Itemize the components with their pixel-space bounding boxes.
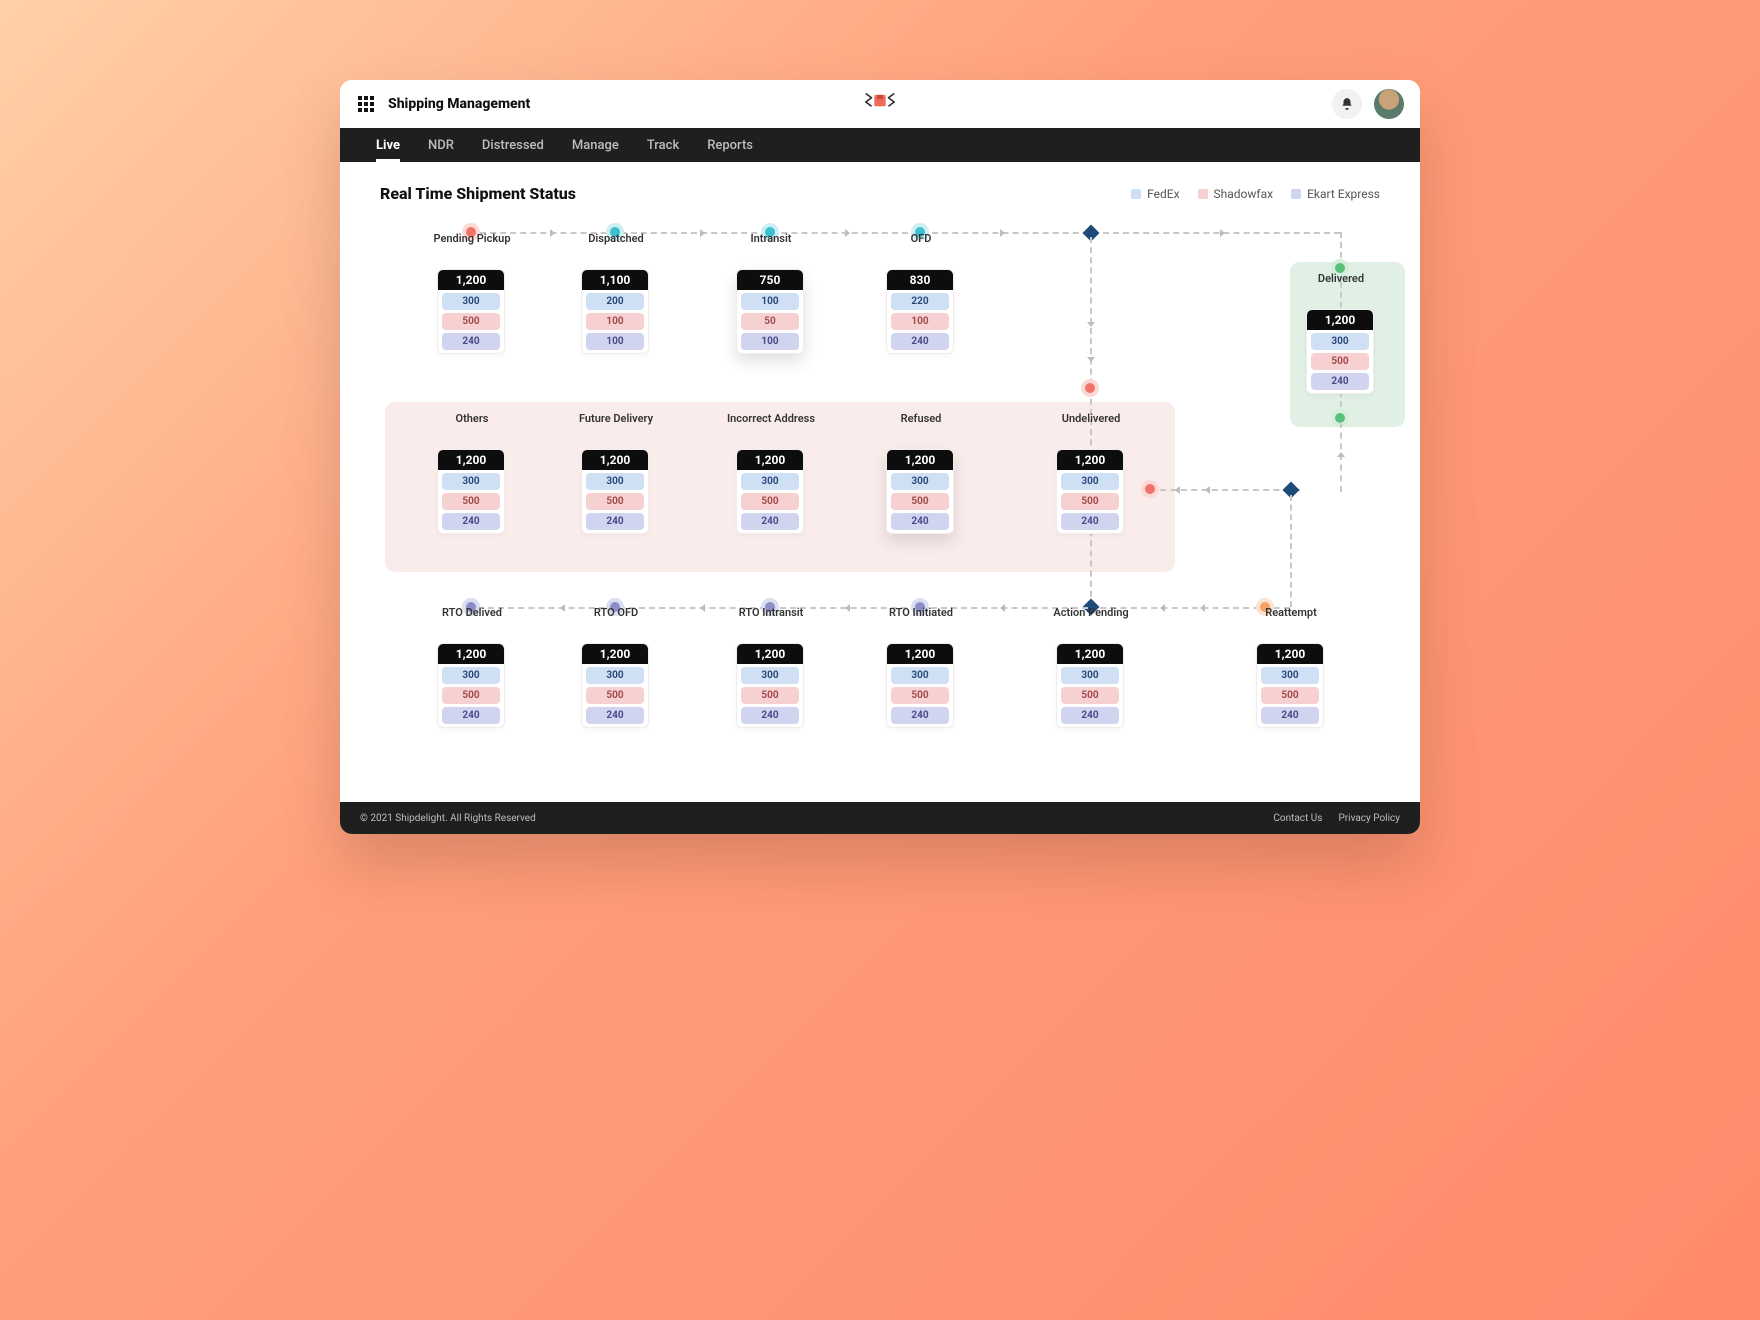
card-future-delivery[interactable]: Future Delivery 1,200 300 500 240 bbox=[581, 449, 649, 534]
card-reattempt[interactable]: Reattempt 1,200 300 500 240 bbox=[1256, 643, 1324, 728]
flow-line bbox=[1290, 495, 1292, 607]
tab-track[interactable]: Track bbox=[647, 138, 679, 153]
tab-reports[interactable]: Reports bbox=[707, 138, 753, 153]
card-incorrect-address[interactable]: Incorrect Address 1,200 300 500 240 bbox=[736, 449, 804, 534]
top-header: Shipping Management bbox=[340, 80, 1420, 128]
card-total: 1,200 bbox=[582, 450, 648, 470]
card-label: Delivered bbox=[1271, 272, 1411, 285]
notifications-button[interactable] bbox=[1332, 89, 1362, 119]
main-content: Real Time Shipment Status FedEx Shadowfa… bbox=[340, 162, 1420, 802]
card-total: 1,200 bbox=[438, 644, 504, 664]
tab-ndr[interactable]: NDR bbox=[428, 138, 454, 153]
card-label: Intransit bbox=[701, 232, 841, 245]
card-label: Future Delivery bbox=[546, 412, 686, 425]
card-ekart-value: 240 bbox=[442, 333, 500, 350]
flow-line bbox=[1150, 489, 1300, 491]
card-undelivered[interactable]: Undelivered 1,200 300 500 240 bbox=[1056, 449, 1124, 534]
footer-links: Contact Us Privacy Policy bbox=[1273, 813, 1400, 824]
card-rto-delivered[interactable]: RTO Delived 1,200 300 500 240 bbox=[437, 643, 505, 728]
footer: © 2021 Shipdelight. All Rights Reserved … bbox=[340, 802, 1420, 834]
card-label: Action Pending bbox=[1021, 606, 1161, 619]
arrow-icon bbox=[1200, 604, 1205, 612]
avatar[interactable] bbox=[1374, 89, 1404, 119]
card-total: 1,200 bbox=[582, 644, 648, 664]
arrow-icon bbox=[1175, 486, 1180, 494]
nav-tabs: Live NDR Distressed Manage Track Reports bbox=[340, 128, 1420, 162]
legend: FedEx Shadowfax Ekart Express bbox=[1131, 187, 1380, 201]
card-label: Pending Pickup bbox=[402, 232, 542, 245]
card-total: 1,200 bbox=[1307, 310, 1373, 330]
apps-grid-icon[interactable] bbox=[358, 96, 374, 112]
card-pending-pickup[interactable]: Pending Pickup 1,200 300 500 240 bbox=[437, 269, 505, 354]
card-shadowfax-value: 500 bbox=[442, 313, 500, 330]
card-label: RTO Delived bbox=[402, 606, 542, 619]
card-rto-initiated[interactable]: RTO Initiated 1,200 300 500 240 bbox=[886, 643, 954, 728]
card-label: RTO Intransit bbox=[701, 606, 841, 619]
footer-copyright: © 2021 Shipdelight. All Rights Reserved bbox=[360, 813, 536, 824]
card-fedex-value: 300 bbox=[442, 293, 500, 310]
arrow-icon bbox=[1337, 452, 1345, 457]
card-rto-ofd[interactable]: RTO OFD 1,200 300 500 240 bbox=[581, 643, 649, 728]
arrow-icon bbox=[1205, 486, 1210, 494]
card-total: 830 bbox=[887, 270, 953, 290]
app-window: Shipping Management Live NDR Distressed … bbox=[340, 80, 1420, 834]
arrow-icon bbox=[1000, 604, 1005, 612]
card-total: 1,200 bbox=[1057, 644, 1123, 664]
card-total: 750 bbox=[737, 270, 803, 290]
arrow-icon bbox=[845, 229, 850, 237]
card-total: 1,200 bbox=[438, 270, 504, 290]
header-left: Shipping Management bbox=[340, 80, 548, 128]
card-dispatched[interactable]: Dispatched 1,100 200 100 100 bbox=[581, 269, 649, 354]
node-dot bbox=[1145, 484, 1155, 494]
arrow-icon bbox=[1000, 229, 1005, 237]
card-total: 1,200 bbox=[887, 644, 953, 664]
card-label: OFD bbox=[851, 232, 991, 245]
flow-canvas: Pending Pickup 1,200 300 500 240 Dispatc… bbox=[380, 227, 1380, 787]
arrow-icon bbox=[1220, 229, 1225, 237]
card-action-pending[interactable]: Action Pending 1,200 300 500 240 bbox=[1056, 643, 1124, 728]
flow-line bbox=[1340, 422, 1342, 492]
card-total: 1,200 bbox=[737, 450, 803, 470]
card-label: RTO OFD bbox=[546, 606, 686, 619]
card-rto-intransit[interactable]: RTO Intransit 1,200 300 500 240 bbox=[736, 643, 804, 728]
card-label: Dispatched bbox=[546, 232, 686, 245]
card-ofd[interactable]: OFD 830 220 100 240 bbox=[886, 269, 954, 354]
card-refused[interactable]: Refused 1,200 300 500 240 bbox=[886, 449, 954, 534]
brand-title: Shipping Management bbox=[388, 96, 530, 112]
logo bbox=[863, 89, 897, 119]
card-label: Refused bbox=[851, 412, 991, 425]
card-intransit[interactable]: Intransit 750 100 50 100 bbox=[736, 269, 804, 354]
card-total: 1,200 bbox=[438, 450, 504, 470]
header-right bbox=[1332, 89, 1404, 119]
tab-distressed[interactable]: Distressed bbox=[482, 138, 544, 153]
node-dot bbox=[1085, 383, 1095, 393]
card-delivered[interactable]: Delivered 1,200 300 500 240 bbox=[1306, 309, 1374, 394]
footer-link-privacy[interactable]: Privacy Policy bbox=[1338, 813, 1400, 824]
arrow-icon bbox=[845, 604, 850, 612]
card-total: 1,200 bbox=[1257, 644, 1323, 664]
bell-icon bbox=[1340, 97, 1354, 111]
tab-manage[interactable]: Manage bbox=[572, 138, 619, 153]
tab-live[interactable]: Live bbox=[376, 138, 400, 153]
card-total: 1,200 bbox=[737, 644, 803, 664]
card-total: 1,100 bbox=[582, 270, 648, 290]
page-title: Real Time Shipment Status bbox=[380, 184, 576, 203]
main-head: Real Time Shipment Status FedEx Shadowfa… bbox=[380, 184, 1380, 203]
legend-fedex: FedEx bbox=[1131, 187, 1179, 201]
card-label: Incorrect Address bbox=[701, 412, 841, 425]
winged-box-icon bbox=[863, 89, 897, 115]
legend-ekart: Ekart Express bbox=[1291, 187, 1380, 201]
arrow-icon bbox=[1087, 357, 1095, 362]
arrow-icon bbox=[1087, 322, 1095, 327]
card-others[interactable]: Others 1,200 300 500 240 bbox=[437, 449, 505, 534]
footer-link-contact[interactable]: Contact Us bbox=[1273, 813, 1322, 824]
legend-shadowfax: Shadowfax bbox=[1198, 187, 1274, 201]
card-label: Reattempt bbox=[1221, 606, 1361, 619]
card-total: 1,200 bbox=[887, 450, 953, 470]
card-label: Others bbox=[402, 412, 542, 425]
card-total: 1,200 bbox=[1057, 450, 1123, 470]
card-label: RTO Initiated bbox=[851, 606, 991, 619]
card-label: Undelivered bbox=[1021, 412, 1161, 425]
